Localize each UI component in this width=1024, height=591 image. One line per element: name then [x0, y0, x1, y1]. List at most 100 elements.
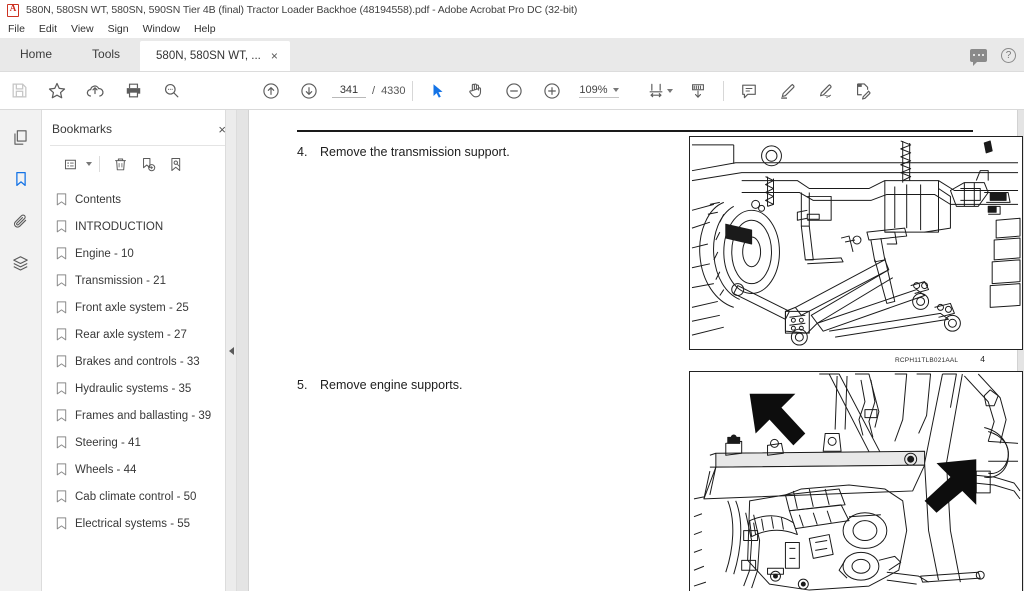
- list-item[interactable]: Frames and ballasting - 39: [42, 404, 236, 431]
- window-title: 580N, 580SN WT, 580SN, 590SN Tier 4B (fi…: [26, 4, 578, 16]
- print-icon[interactable]: [114, 72, 152, 110]
- cloud-upload-icon[interactable]: [76, 72, 114, 110]
- zoom-level-value: 109%: [579, 83, 608, 96]
- chevron-down-icon[interactable]: [612, 87, 619, 92]
- bookmark-label: Steering - 41: [75, 437, 141, 449]
- search-icon[interactable]: [152, 72, 190, 110]
- page-number-input[interactable]: [332, 83, 366, 98]
- engine-supports-illustration: [689, 371, 1023, 591]
- bookmark-icon: [56, 436, 67, 454]
- highlight-pen-icon[interactable]: [768, 72, 806, 110]
- star-icon[interactable]: [38, 72, 76, 110]
- list-item[interactable]: Cab climate control - 50: [42, 485, 236, 512]
- panel-toolbar-divider: [99, 156, 100, 172]
- acrobat-logo-icon: [7, 3, 19, 17]
- chat-bubble-icon[interactable]: [970, 48, 987, 66]
- step-item: 4. Remove the transmission support.: [297, 145, 510, 159]
- list-item[interactable]: Wheels - 44: [42, 458, 236, 485]
- chevron-down-icon[interactable]: [86, 162, 92, 166]
- bookmark-label: Brakes and controls - 33: [75, 356, 200, 368]
- main-toolbar: / 4330 109%: [0, 72, 1024, 110]
- step-number: 5.: [297, 378, 308, 392]
- page-separator: /: [372, 84, 376, 97]
- list-item[interactable]: Contents: [42, 188, 236, 215]
- cursor-arrow-icon[interactable]: [419, 72, 457, 110]
- bookmark-icon: [56, 193, 67, 211]
- list-item[interactable]: Steering - 41: [42, 431, 236, 458]
- panel-title: Bookmarks: [52, 122, 113, 136]
- list-item[interactable]: Electrical systems - 55: [42, 512, 236, 539]
- tab-document-label: 580N, 580SN WT, ...: [156, 50, 261, 62]
- step-text: Remove the transmission support.: [320, 145, 510, 159]
- list-item[interactable]: INTRODUCTION: [42, 215, 236, 242]
- collapse-left-icon[interactable]: [225, 110, 237, 591]
- transmission-support-jack-illustration: [689, 136, 1023, 350]
- bookmark-icon: [56, 409, 67, 427]
- pdf-page: 4. Remove the transmission support. RCPH…: [249, 110, 1023, 591]
- list-options-icon[interactable]: [58, 152, 84, 176]
- page-total-count: 4330: [381, 84, 406, 97]
- list-item[interactable]: Rear axle system - 27: [42, 323, 236, 350]
- list-item[interactable]: Front axle system - 25: [42, 296, 236, 323]
- list-item[interactable]: Engine - 10: [42, 242, 236, 269]
- list-item[interactable]: Brakes and controls - 33: [42, 350, 236, 377]
- trash-icon[interactable]: [107, 152, 133, 176]
- bookmark-icon: [56, 328, 67, 346]
- plus-circle-icon[interactable]: [533, 72, 571, 110]
- menu-file[interactable]: File: [8, 23, 25, 35]
- scroll-mode-icon[interactable]: [679, 72, 717, 110]
- menu-view[interactable]: View: [71, 23, 94, 35]
- bookmark-list[interactable]: Contents INTRODUCTION Engine - 10 Transm…: [42, 182, 236, 591]
- sidebar-item-layers[interactable]: [5, 248, 37, 278]
- page-navigation: / 4330: [332, 83, 406, 98]
- bookmark-label: Cab climate control - 50: [75, 491, 197, 503]
- menu-help[interactable]: Help: [194, 23, 216, 35]
- step-number: 4.: [297, 145, 308, 159]
- list-item[interactable]: Transmission - 21: [42, 269, 236, 296]
- menu-sign[interactable]: Sign: [108, 23, 129, 35]
- step-item: 5. Remove engine supports.: [297, 378, 462, 392]
- bookmark-icon: [56, 220, 67, 238]
- edit-bookmark-icon[interactable]: [163, 152, 189, 176]
- tab-bar: Home Tools 580N, 580SN WT, ... × ?: [0, 38, 1024, 72]
- bookmark-icon: [56, 517, 67, 535]
- sign-icon[interactable]: [806, 72, 844, 110]
- close-icon[interactable]: ×: [271, 50, 278, 62]
- sidebar-item-bookmarks[interactable]: [5, 164, 37, 194]
- fit-width-chevron-icon[interactable]: [666, 88, 673, 93]
- figure-caption: RCPH11TLB021AAL 4: [895, 354, 985, 364]
- arrow-down-circle-icon[interactable]: [290, 72, 328, 110]
- bookmark-label: Hydraulic systems - 35: [75, 383, 192, 395]
- document-view[interactable]: 4. Remove the transmission support. RCPH…: [237, 110, 1024, 591]
- zoom-control[interactable]: 109%: [578, 83, 619, 98]
- sidebar-item-attachments[interactable]: [5, 206, 37, 236]
- menu-window[interactable]: Window: [143, 23, 180, 35]
- list-item[interactable]: Hydraulic systems - 35: [42, 377, 236, 404]
- bookmark-label: Rear axle system - 27: [75, 329, 187, 341]
- bookmarks-panel: Bookmarks × Contents INTRODUCTION Engine…: [42, 110, 237, 591]
- title-bar: 580N, 580SN WT, 580SN, 590SN Tier 4B (fi…: [0, 0, 1024, 20]
- bookmark-label: INTRODUCTION: [75, 221, 164, 233]
- bookmark-icon: [56, 382, 67, 400]
- hand-icon[interactable]: [457, 72, 495, 110]
- toolbar-divider-1: [411, 80, 413, 101]
- help-circle-icon[interactable]: ?: [1001, 47, 1016, 63]
- save-icon[interactable]: [0, 72, 38, 110]
- bookmark-icon: [56, 490, 67, 508]
- menu-edit[interactable]: Edit: [39, 23, 57, 35]
- bookmark-label: Electrical systems - 55: [75, 518, 191, 530]
- tab-tools[interactable]: Tools: [72, 37, 140, 71]
- bookmarks-panel-toolbar: [50, 145, 228, 182]
- bookmark-label: Engine - 10: [75, 248, 134, 260]
- sidebar-item-page-thumbnails[interactable]: [5, 122, 37, 152]
- arrow-up-circle-icon[interactable]: [252, 72, 290, 110]
- comment-icon[interactable]: [730, 72, 768, 110]
- bookmark-label: Front axle system - 25: [75, 302, 189, 314]
- tab-home[interactable]: Home: [0, 37, 72, 71]
- edit-pdf-icon[interactable]: [844, 72, 882, 110]
- bookmark-icon: [56, 247, 67, 265]
- bookmark-icon: [56, 301, 67, 319]
- new-bookmark-icon[interactable]: [135, 152, 161, 176]
- tab-document[interactable]: 580N, 580SN WT, ... ×: [140, 41, 290, 71]
- minus-circle-icon[interactable]: [495, 72, 533, 110]
